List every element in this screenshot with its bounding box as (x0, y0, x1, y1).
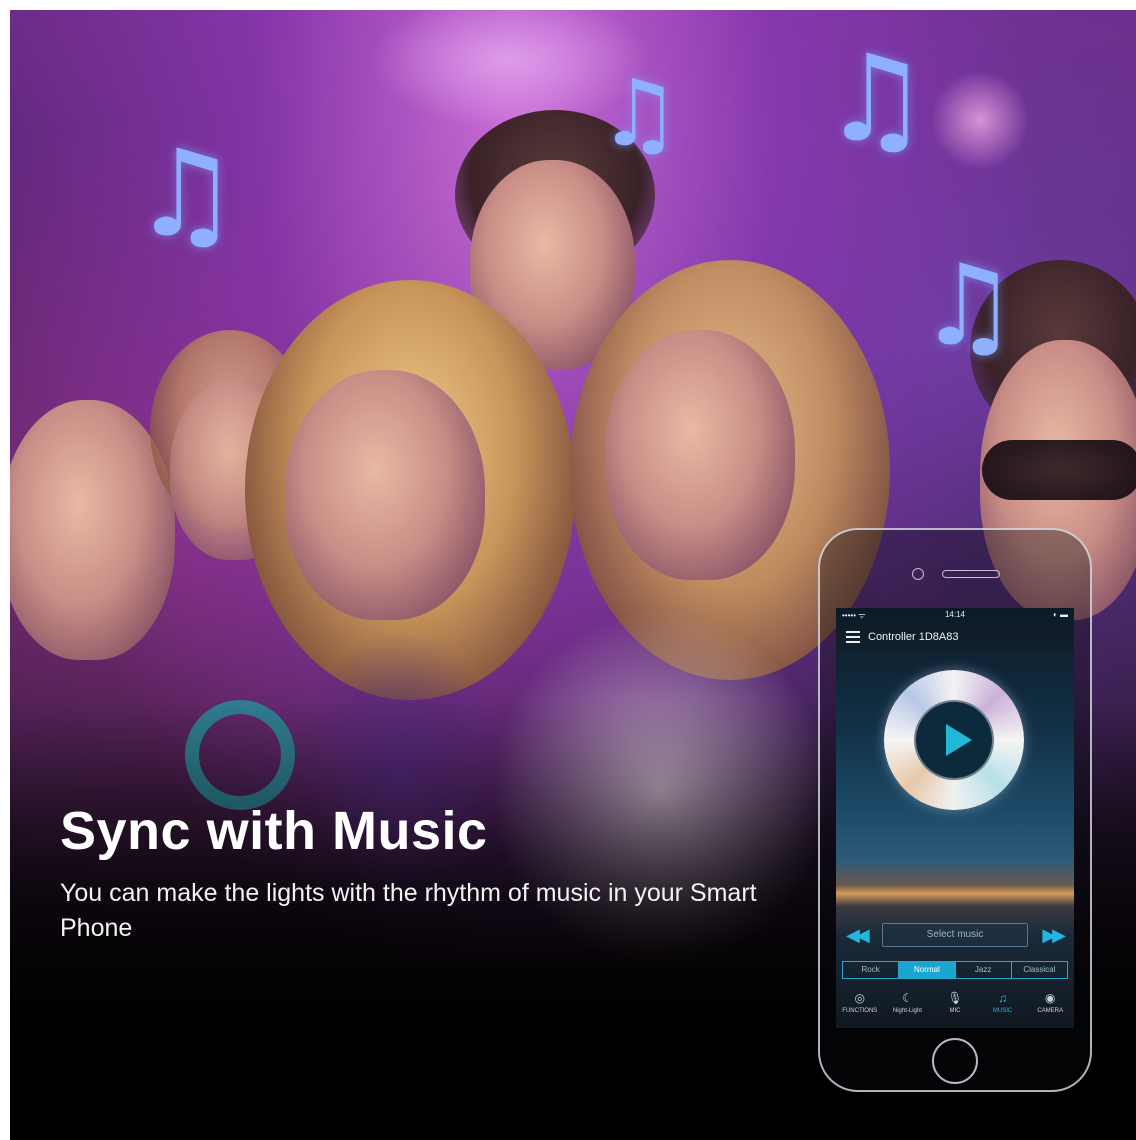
tab-label: MIC (949, 1008, 961, 1014)
hero-banner: ♫ ♫ ♫ ♫ Sync with Music You can make the… (10, 10, 1136, 1140)
rewind-icon[interactable]: ◀◀ (846, 925, 870, 946)
menu-icon[interactable] (846, 631, 860, 643)
subtext: You can make the lights with the rhythm … (60, 879, 757, 942)
phone-camera (912, 568, 924, 580)
functions-icon: ◎ (854, 991, 866, 1005)
status-bar: ••••• ᯤ 14:14 ◐ ▬ (836, 608, 1074, 622)
genre-rock[interactable]: Rock (843, 962, 900, 978)
phone-mockup: ••••• ᯤ 14:14 ◐ ▬ Controller 1D8A83 ◀◀ S… (818, 528, 1092, 1092)
beamed-eighth-notes-icon: ♫ (598, 60, 681, 167)
microphone-icon: 🎙 (947, 991, 963, 1005)
battery-icon: ◐ ▬ (1052, 610, 1068, 619)
select-music-button[interactable]: Select music (882, 923, 1028, 947)
beamed-eighth-notes-icon: ♫ (132, 125, 240, 264)
moon-icon: ☾ (902, 991, 913, 1005)
tab-mic[interactable]: 🎙 MIC (931, 990, 979, 1028)
app-title: Controller 1D8A83 (868, 631, 959, 643)
tab-label: Night-Light (892, 1008, 922, 1014)
play-button[interactable] (914, 700, 994, 780)
tab-camera[interactable]: ◉ CAMERA (1026, 990, 1074, 1028)
tab-night-light[interactable]: ☾ Night-Light (884, 990, 932, 1028)
music-note-icon: ♫ (998, 991, 1008, 1005)
dancer-face (285, 370, 485, 620)
tab-label: FUNCTIONS (842, 1008, 878, 1014)
sunglasses (982, 440, 1136, 500)
fast-forward-icon[interactable]: ▶▶ (1042, 925, 1066, 946)
ceiling-lamp-glow (930, 70, 1030, 170)
music-disc[interactable] (884, 670, 1024, 810)
tab-label: MUSIC (992, 1008, 1013, 1014)
app-screen: ••••• ᯤ 14:14 ◐ ▬ Controller 1D8A83 ◀◀ S… (836, 608, 1074, 1028)
camera-icon: ◉ (1044, 991, 1056, 1005)
play-icon (946, 724, 972, 756)
bottom-tab-bar: ◎ FUNCTIONS ☾ Night-Light 🎙 MIC ♫ MUSIC ◉ CAMERA (836, 990, 1074, 1028)
beamed-eighth-notes-icon: ♫ (822, 30, 930, 169)
genre-normal[interactable]: Normal (899, 962, 956, 978)
phone-speaker (942, 570, 1000, 578)
phone-home-button (932, 1038, 978, 1084)
genre-selector: Rock Normal Jazz Classical (842, 961, 1068, 979)
tab-music[interactable]: ♫ MUSIC (979, 990, 1027, 1028)
beamed-eighth-notes-icon: ♫ (918, 241, 1019, 371)
tab-functions[interactable]: ◎ FUNCTIONS (836, 990, 884, 1028)
playback-controls: ◀◀ Select music ▶▶ (836, 923, 1074, 949)
genre-jazz[interactable]: Jazz (956, 962, 1012, 978)
tab-label: CAMERA (1037, 1008, 1063, 1014)
status-time: 14:14 (944, 610, 966, 619)
headline: Sync with Music (60, 801, 488, 861)
dancer-face (605, 330, 795, 580)
app-bar: Controller 1D8A83 (836, 624, 1074, 652)
genre-classical[interactable]: Classical (1012, 962, 1067, 978)
